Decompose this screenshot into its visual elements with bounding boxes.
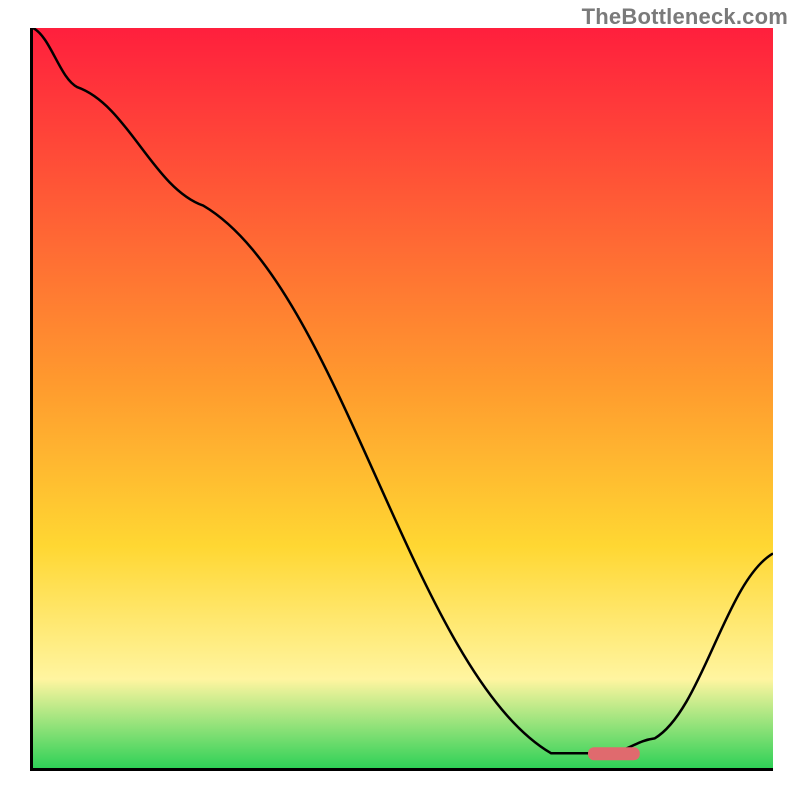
watermark-text: TheBottleneck.com <box>582 4 788 30</box>
optimal-marker <box>588 747 640 760</box>
valley-curve <box>33 28 773 768</box>
plot-area <box>30 28 773 771</box>
